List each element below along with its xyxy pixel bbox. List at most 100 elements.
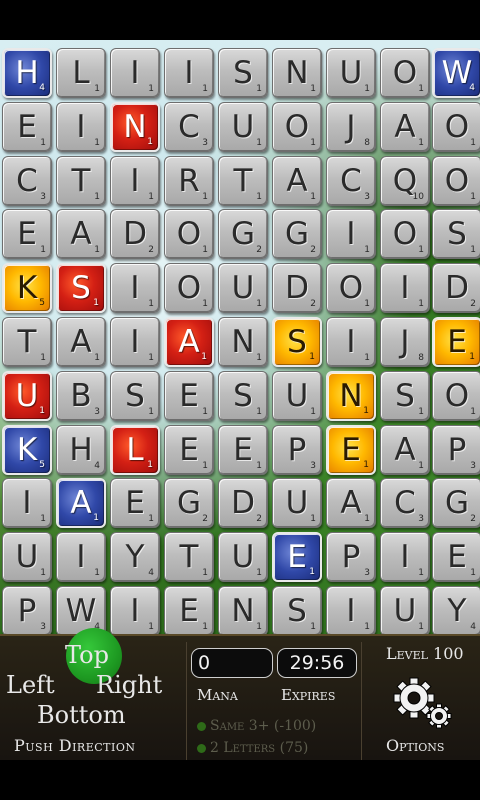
gear-icon[interactable] <box>392 676 454 732</box>
letter-tile[interactable]: O1 <box>272 102 322 152</box>
letter-tile[interactable]: I1 <box>56 102 106 152</box>
letter-tile[interactable]: E1 <box>2 209 52 259</box>
letter-tile[interactable]: L1 <box>110 425 160 475</box>
letter-tile[interactable]: C3 <box>2 156 52 206</box>
letter-tile[interactable]: S1 <box>432 209 480 259</box>
letter-tile[interactable]: K5 <box>2 425 52 475</box>
letter-tile[interactable]: S1 <box>218 48 268 98</box>
letter-tile[interactable]: I1 <box>380 263 430 313</box>
letter-tile[interactable]: L1 <box>56 48 106 98</box>
letter-tile[interactable]: Y4 <box>110 532 160 582</box>
letter-tile[interactable]: O1 <box>432 371 480 421</box>
letter-tile[interactable]: B3 <box>56 371 106 421</box>
letter-tile[interactable]: O1 <box>164 209 214 259</box>
letter-tile[interactable]: G2 <box>272 209 322 259</box>
letter-tile[interactable]: I1 <box>110 586 160 634</box>
letter-tile[interactable]: S1 <box>218 371 268 421</box>
options-label[interactable]: Options <box>386 736 444 755</box>
letter-tile[interactable]: U1 <box>380 586 430 634</box>
letter-tile[interactable]: O1 <box>432 156 480 206</box>
letter-tile[interactable]: E1 <box>164 371 214 421</box>
letter-tile[interactable]: K5 <box>2 263 52 313</box>
letter-tile[interactable]: I1 <box>110 317 160 367</box>
letter-tile[interactable]: S1 <box>272 586 322 634</box>
letter-tile[interactable]: U1 <box>2 532 52 582</box>
letter-tile[interactable]: S1 <box>110 371 160 421</box>
letter-tile[interactable]: E1 <box>110 478 160 528</box>
letter-tile[interactable]: N1 <box>218 586 268 634</box>
letter-tile[interactable]: I1 <box>326 317 376 367</box>
letter-tile[interactable]: R1 <box>164 156 214 206</box>
letter-tile[interactable]: O1 <box>326 263 376 313</box>
letter-tile[interactable]: E1 <box>272 532 322 582</box>
letter-tile[interactable]: E1 <box>326 425 376 475</box>
push-left-button[interactable]: Left <box>6 671 55 699</box>
letter-tile[interactable]: W4 <box>432 48 480 98</box>
letter-tile[interactable]: A1 <box>56 478 106 528</box>
letter-tile[interactable]: D2 <box>432 263 480 313</box>
letter-tile[interactable]: S1 <box>380 371 430 421</box>
letter-tile[interactable]: A1 <box>380 425 430 475</box>
letter-tile[interactable]: O1 <box>380 209 430 259</box>
letter-tile[interactable]: A1 <box>56 209 106 259</box>
letter-tile[interactable]: A1 <box>272 156 322 206</box>
letter-tile[interactable]: J8 <box>380 317 430 367</box>
letter-tile[interactable]: S1 <box>56 263 106 313</box>
letter-tile[interactable]: Q 10 <box>380 156 430 206</box>
letter-tile[interactable]: H4 <box>2 48 52 98</box>
letter-tile[interactable]: P3 <box>432 425 480 475</box>
letter-tile[interactable]: N1 <box>110 102 160 152</box>
letter-tile[interactable]: P3 <box>272 425 322 475</box>
push-bottom-button[interactable]: Bottom <box>37 701 126 729</box>
letter-tile[interactable]: Y4 <box>432 586 480 634</box>
letter-tile[interactable]: O1 <box>380 48 430 98</box>
letter-tile[interactable]: T1 <box>56 156 106 206</box>
letter-tile[interactable]: A1 <box>164 317 214 367</box>
push-right-button[interactable]: Right <box>96 671 162 699</box>
game-board[interactable]: H4L1I1I1S1N1U1O1W4E1I1N1C3U1O1J8A1O1C3T1… <box>0 40 480 634</box>
letter-tile[interactable]: S1 <box>272 317 322 367</box>
letter-tile[interactable]: E1 <box>164 586 214 634</box>
letter-tile[interactable]: T1 <box>164 532 214 582</box>
letter-tile[interactable]: E1 <box>218 425 268 475</box>
letter-tile[interactable]: N1 <box>218 317 268 367</box>
letter-tile[interactable]: D2 <box>218 478 268 528</box>
letter-tile[interactable]: A1 <box>380 102 430 152</box>
letter-tile[interactable]: E1 <box>432 532 480 582</box>
letter-tile[interactable]: H4 <box>56 425 106 475</box>
letter-tile[interactable]: I1 <box>110 156 160 206</box>
letter-tile[interactable]: N1 <box>326 371 376 421</box>
letter-tile[interactable]: I1 <box>326 209 376 259</box>
letter-tile[interactable]: T1 <box>2 317 52 367</box>
letter-tile[interactable]: G2 <box>432 478 480 528</box>
letter-tile[interactable]: U1 <box>218 102 268 152</box>
letter-tile[interactable]: T1 <box>218 156 268 206</box>
letter-tile[interactable]: I1 <box>326 586 376 634</box>
letter-tile[interactable]: I1 <box>110 263 160 313</box>
letter-tile[interactable]: G2 <box>164 478 214 528</box>
letter-tile[interactable]: A1 <box>56 317 106 367</box>
letter-tile[interactable]: I1 <box>380 532 430 582</box>
letter-tile[interactable]: G2 <box>218 209 268 259</box>
letter-tile[interactable]: A1 <box>326 478 376 528</box>
letter-tile[interactable]: I1 <box>2 478 52 528</box>
letter-tile[interactable]: I1 <box>110 48 160 98</box>
letter-tile[interactable]: U1 <box>218 532 268 582</box>
letter-tile[interactable]: U1 <box>218 263 268 313</box>
letter-tile[interactable]: W4 <box>56 586 106 634</box>
letter-tile[interactable]: U1 <box>272 371 322 421</box>
letter-tile[interactable]: N1 <box>272 48 322 98</box>
letter-tile[interactable]: U1 <box>326 48 376 98</box>
letter-tile[interactable]: C3 <box>164 102 214 152</box>
letter-tile[interactable]: I1 <box>56 532 106 582</box>
letter-tile[interactable]: U1 <box>272 478 322 528</box>
letter-tile[interactable]: P3 <box>2 586 52 634</box>
letter-tile[interactable]: U1 <box>2 371 52 421</box>
letter-tile[interactable]: C3 <box>380 478 430 528</box>
letter-tile[interactable]: O1 <box>432 102 480 152</box>
letter-tile[interactable]: O1 <box>164 263 214 313</box>
push-top-button[interactable]: Top <box>65 641 109 669</box>
letter-tile[interactable]: D2 <box>272 263 322 313</box>
letter-tile[interactable]: D2 <box>110 209 160 259</box>
letter-tile[interactable]: C3 <box>326 156 376 206</box>
